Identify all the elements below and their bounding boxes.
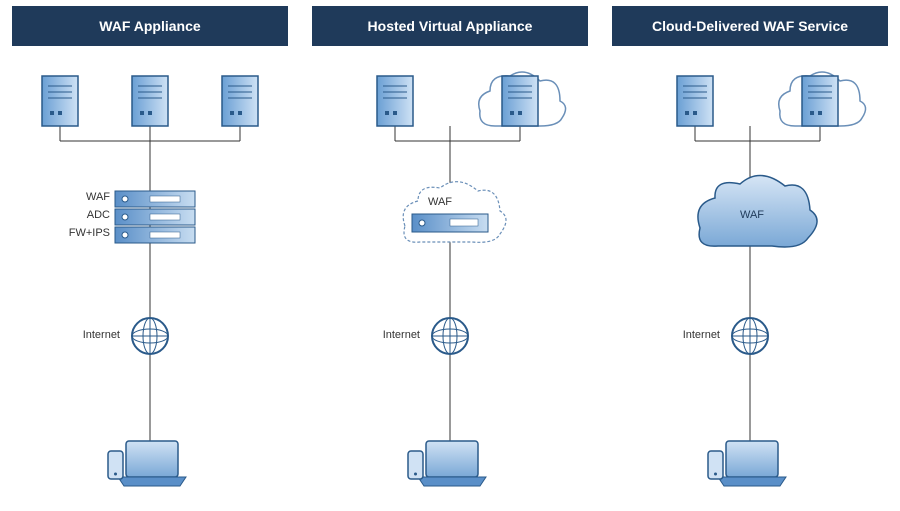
column-cloud-delivered: Cloud-Delivered WAF Service <box>600 0 900 506</box>
server-icon <box>42 76 78 126</box>
column-hosted-virtual: Hosted Virtual Appliance <box>300 0 600 506</box>
cloud-server-icon <box>779 72 866 126</box>
column-header: Hosted Virtual Appliance <box>312 6 588 46</box>
diagram-svg <box>0 46 300 506</box>
cloud-waf-icon <box>403 182 506 243</box>
globe-icon <box>432 318 468 354</box>
column-header: WAF Appliance <box>12 6 288 46</box>
globe-icon <box>732 318 768 354</box>
internet-label: Internet <box>60 329 120 341</box>
cloud-server-icon <box>479 72 566 126</box>
appliance-stack-icon <box>115 191 195 243</box>
column-header: Cloud-Delivered WAF Service <box>612 6 888 46</box>
devices-icon <box>408 441 486 486</box>
devices-icon <box>108 441 186 486</box>
stack-label: WAF <box>55 191 110 203</box>
server-icon <box>377 76 413 126</box>
globe-icon <box>132 318 168 354</box>
devices-icon <box>708 441 786 486</box>
internet-label: Internet <box>360 329 420 341</box>
diagram-svg <box>300 46 600 506</box>
stack-label: ADC <box>55 209 110 221</box>
column-waf-appliance: WAF Appliance <box>0 0 300 506</box>
server-icon <box>132 76 168 126</box>
diagram-svg <box>600 46 900 506</box>
waf-label: WAF <box>740 209 764 221</box>
server-icon <box>222 76 258 126</box>
server-icon <box>677 76 713 126</box>
internet-label: Internet <box>660 329 720 341</box>
waf-label: WAF <box>428 196 452 208</box>
stack-label: FW+IPS <box>55 227 110 239</box>
